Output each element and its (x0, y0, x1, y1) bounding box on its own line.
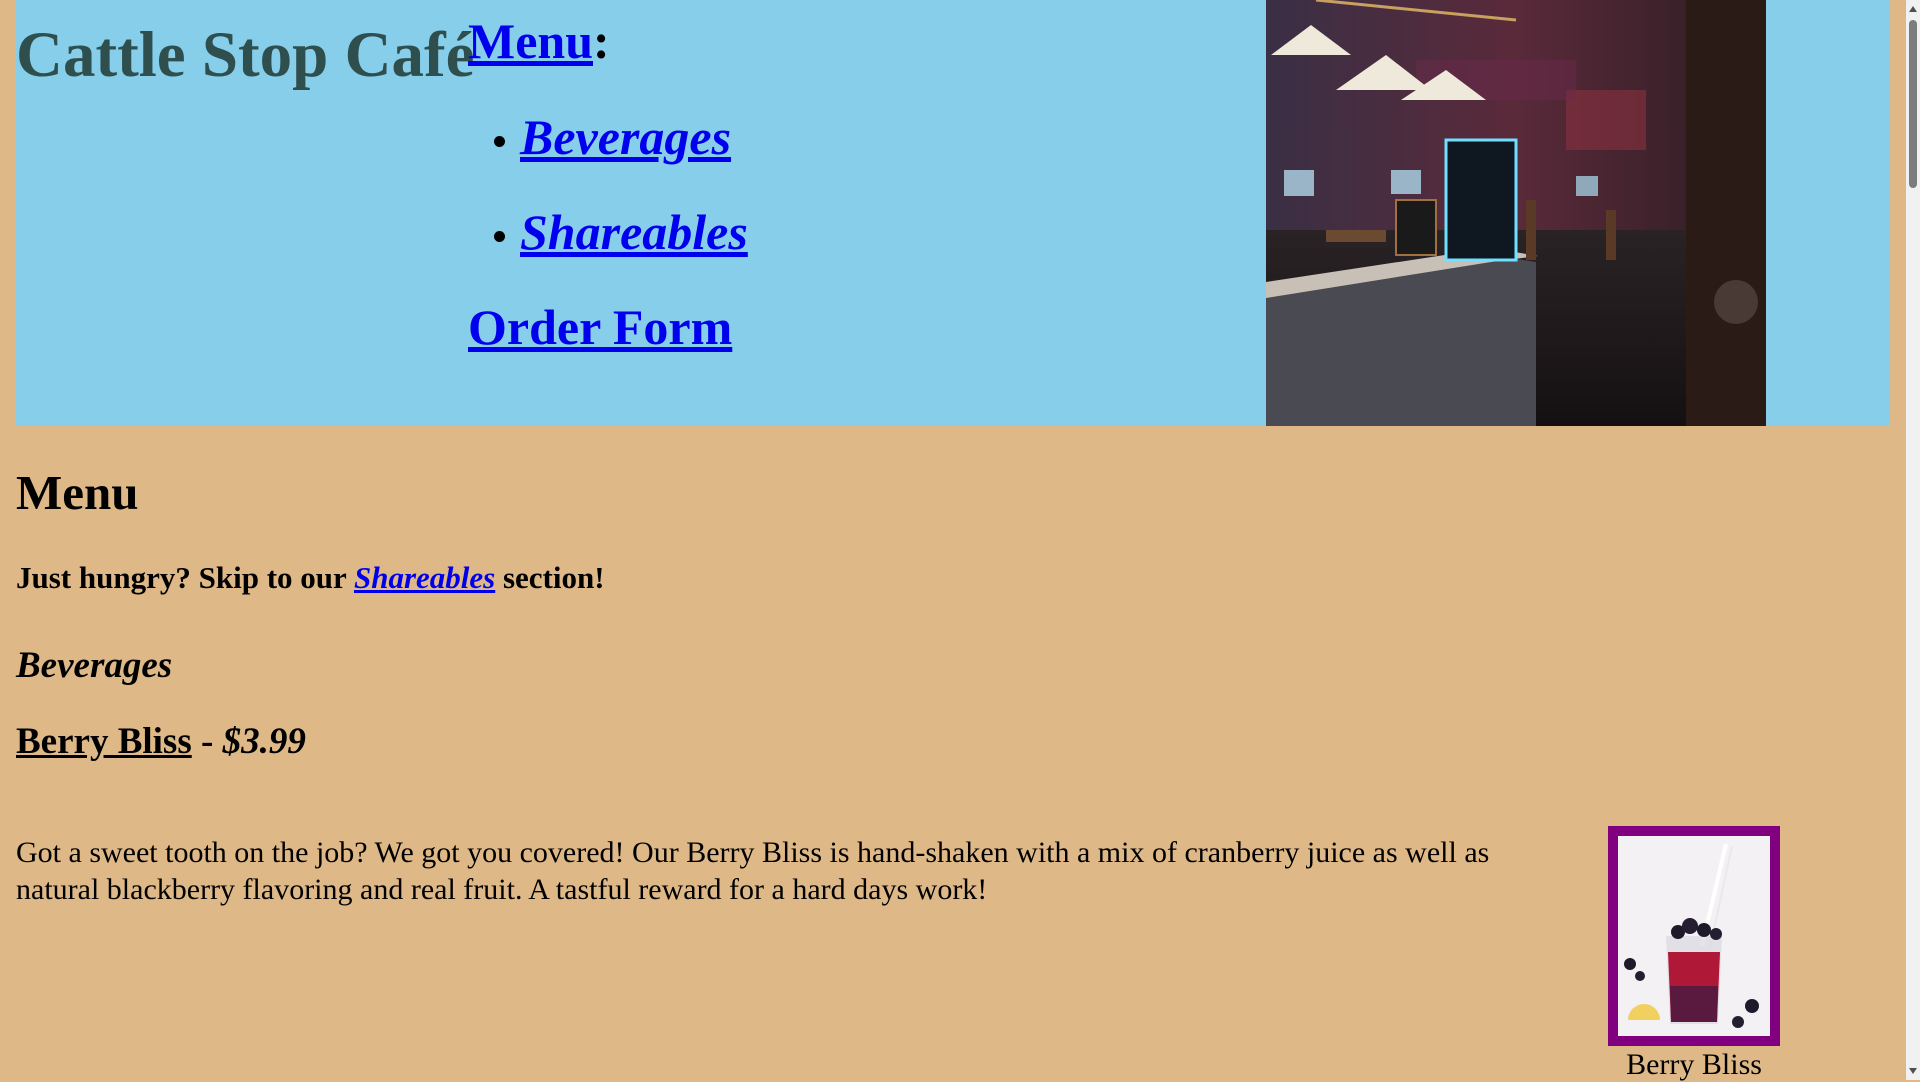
skip-text-after: section! (495, 560, 605, 595)
item-name: Berry Bliss (16, 721, 192, 762)
skip-shareables-link[interactable]: Shareables (354, 560, 495, 595)
nav-link-shareables[interactable]: Shareables (520, 204, 748, 260)
nav-item-shareables: Shareables (494, 203, 748, 298)
scroll-up-icon[interactable] (1909, 6, 1917, 12)
nav-item-beverages: Beverages (494, 108, 748, 203)
item-figure: Berry Bliss (1608, 826, 1780, 1082)
nav-list: Beverages Shareables (494, 108, 748, 298)
header: Cattle Stop Café Menu: Beverages Shareab… (16, 0, 1890, 426)
item-description: Got a sweet tooth on the job? We got you… (16, 836, 1490, 906)
item-heading: Berry Bliss - $3.99 (16, 720, 306, 763)
berry-drink-image (1618, 836, 1770, 1036)
item-caption: Berry Bliss (1626, 1048, 1762, 1081)
main-content: Menu Just hungry? Skip to our Shareables… (16, 426, 1890, 1082)
section-heading-beverages: Beverages (16, 645, 173, 686)
site-title: Cattle Stop Café (16, 19, 475, 91)
nav-menu-link[interactable]: Menu (468, 13, 593, 69)
scroll-down-icon[interactable] (1909, 1068, 1917, 1074)
nav-menu-heading: Menu: (468, 12, 610, 70)
bullet-icon (494, 136, 505, 147)
menu-heading: Menu (16, 465, 139, 520)
item-price: $3.99 (222, 721, 306, 762)
item-separator: - (191, 721, 223, 762)
order-form-link[interactable]: Order Form (468, 298, 732, 356)
nav-menu-colon: : (593, 13, 610, 69)
restaurant-interior-image (1266, 0, 1766, 426)
item-photo (1608, 826, 1780, 1046)
skip-line: Just hungry? Skip to our Shareables sect… (16, 560, 605, 596)
scroll-thumb[interactable] (1909, 20, 1917, 188)
scrollbar[interactable] (1906, 0, 1920, 1080)
skip-text-before: Just hungry? Skip to our (16, 560, 354, 595)
nav-link-beverages[interactable]: Beverages (520, 109, 731, 165)
hero-photo (1266, 0, 1766, 426)
bullet-icon (494, 231, 505, 242)
main-nav: Menu: Beverages Shareables Order Form (468, 0, 1248, 426)
